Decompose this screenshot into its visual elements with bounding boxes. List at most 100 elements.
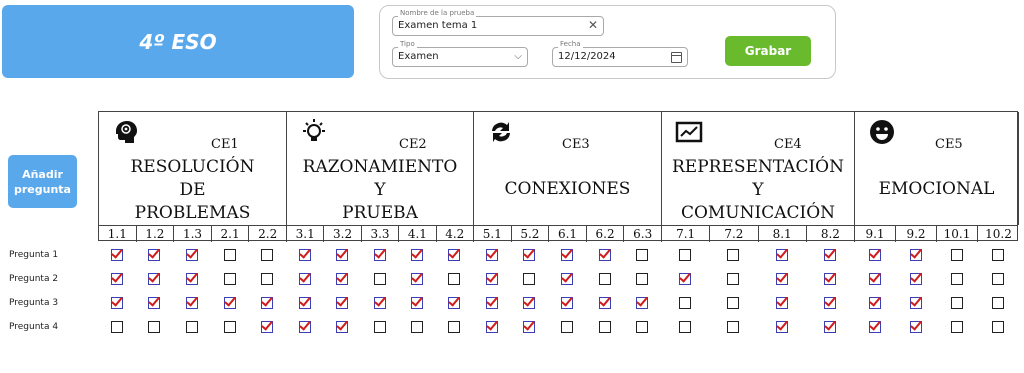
checkbox-unchecked[interactable] — [727, 297, 740, 309]
add-question-button[interactable]: Añadir pregunta — [8, 155, 77, 208]
checkbox-checked[interactable] — [823, 249, 836, 261]
checkbox-checked[interactable] — [223, 297, 236, 309]
checkbox-checked[interactable] — [336, 297, 349, 309]
checkbox-unchecked[interactable] — [598, 273, 611, 285]
checkbox-checked[interactable] — [679, 273, 692, 285]
checkbox-checked[interactable] — [148, 249, 161, 261]
checkbox-unchecked[interactable] — [950, 321, 963, 333]
checkbox-unchecked[interactable] — [679, 297, 692, 309]
checkbox-checked[interactable] — [561, 249, 573, 261]
checkbox-checked[interactable] — [410, 249, 423, 261]
checkbox-checked[interactable] — [186, 249, 198, 261]
save-button[interactable]: Grabar — [725, 36, 811, 66]
chevron-down-icon[interactable]: ⌵ — [514, 51, 522, 62]
checkbox-checked[interactable] — [110, 273, 123, 285]
test-type-value[interactable]: Examen — [398, 51, 439, 62]
checkbox-unchecked[interactable] — [373, 273, 386, 285]
checkbox-unchecked[interactable] — [991, 297, 1004, 309]
checkbox-checked[interactable] — [868, 297, 881, 309]
checkbox-unchecked[interactable] — [261, 249, 274, 261]
checkbox-checked[interactable] — [868, 273, 881, 285]
checkbox-unchecked[interactable] — [223, 249, 236, 261]
checkbox-checked[interactable] — [868, 249, 881, 261]
checkbox-checked[interactable] — [448, 249, 461, 261]
checkbox-unchecked[interactable] — [991, 321, 1004, 333]
checkbox-unchecked[interactable] — [727, 321, 740, 333]
checkbox-checked[interactable] — [523, 249, 536, 261]
calendar-icon[interactable] — [671, 52, 682, 63]
checkbox-checked[interactable] — [110, 297, 123, 309]
test-name-value[interactable]: Examen tema 1 — [398, 20, 477, 31]
checkbox-unchecked[interactable] — [727, 273, 740, 285]
checkbox-unchecked[interactable] — [636, 321, 649, 333]
checkbox-checked[interactable] — [523, 297, 536, 309]
checkbox-unchecked[interactable] — [950, 249, 963, 261]
checkbox-checked[interactable] — [561, 297, 573, 309]
checkbox-unchecked[interactable] — [561, 321, 573, 333]
checkbox-checked[interactable] — [410, 273, 423, 285]
checkbox-checked[interactable] — [823, 273, 836, 285]
checkbox-unchecked[interactable] — [950, 297, 963, 309]
close-icon[interactable]: ✕ — [588, 18, 598, 32]
checkbox-checked[interactable] — [373, 297, 386, 309]
checkbox-unchecked[interactable] — [636, 249, 649, 261]
test-name-field[interactable]: Nombre de la prueba Examen tema 1 ✕ — [392, 9, 604, 36]
checkbox-checked[interactable] — [336, 273, 349, 285]
checkbox-checked[interactable] — [561, 273, 573, 285]
checkbox-checked[interactable] — [148, 297, 161, 309]
checkbox-checked[interactable] — [868, 321, 881, 333]
checkbox-checked[interactable] — [261, 321, 274, 333]
checkbox-checked[interactable] — [298, 321, 311, 333]
checkbox-checked[interactable] — [775, 321, 788, 333]
checkbox-unchecked[interactable] — [148, 321, 161, 333]
checkbox-unchecked[interactable] — [991, 273, 1004, 285]
checkbox-checked[interactable] — [598, 297, 611, 309]
checkbox-checked[interactable] — [523, 321, 536, 333]
test-date-value[interactable]: 12/12/2024 — [558, 51, 616, 62]
checkbox-checked[interactable] — [485, 297, 498, 309]
checkbox-unchecked[interactable] — [448, 321, 461, 333]
checkbox-unchecked[interactable] — [727, 249, 740, 261]
checkbox-unchecked[interactable] — [448, 273, 461, 285]
checkbox-checked[interactable] — [775, 273, 788, 285]
checkbox-checked[interactable] — [410, 297, 423, 309]
checkbox-checked[interactable] — [186, 297, 198, 309]
checkbox-unchecked[interactable] — [679, 249, 692, 261]
checkbox-checked[interactable] — [336, 249, 349, 261]
checkbox-unchecked[interactable] — [598, 321, 611, 333]
checkbox-checked[interactable] — [909, 273, 922, 285]
checkbox-checked[interactable] — [298, 297, 311, 309]
checkbox-unchecked[interactable] — [223, 273, 236, 285]
checkbox-unchecked[interactable] — [636, 273, 649, 285]
checkbox-unchecked[interactable] — [261, 273, 274, 285]
test-date-field[interactable]: Fecha 12/12/2024 — [552, 40, 688, 67]
checkbox-checked[interactable] — [373, 249, 386, 261]
checkbox-checked[interactable] — [448, 297, 461, 309]
checkbox-checked[interactable] — [485, 321, 498, 333]
checkbox-checked[interactable] — [775, 249, 788, 261]
checkbox-checked[interactable] — [298, 273, 311, 285]
checkbox-checked[interactable] — [909, 249, 922, 261]
checkbox-unchecked[interactable] — [373, 321, 386, 333]
checkbox-unchecked[interactable] — [679, 321, 692, 333]
checkbox-checked[interactable] — [148, 273, 161, 285]
checkbox-unchecked[interactable] — [410, 321, 423, 333]
checkbox-unchecked[interactable] — [950, 273, 963, 285]
checkbox-checked[interactable] — [336, 321, 349, 333]
checkbox-unchecked[interactable] — [186, 321, 198, 333]
checkbox-checked[interactable] — [823, 321, 836, 333]
checkbox-unchecked[interactable] — [991, 249, 1004, 261]
checkbox-checked[interactable] — [485, 273, 498, 285]
checkbox-checked[interactable] — [485, 249, 498, 261]
checkbox-checked[interactable] — [636, 297, 649, 309]
checkbox-checked[interactable] — [775, 297, 788, 309]
checkbox-unchecked[interactable] — [523, 273, 536, 285]
checkbox-checked[interactable] — [823, 297, 836, 309]
checkbox-checked[interactable] — [298, 249, 311, 261]
checkbox-unchecked[interactable] — [110, 321, 123, 333]
checkbox-checked[interactable] — [110, 249, 123, 261]
checkbox-checked[interactable] — [909, 297, 922, 309]
checkbox-checked[interactable] — [186, 273, 198, 285]
checkbox-checked[interactable] — [261, 297, 274, 309]
checkbox-unchecked[interactable] — [223, 321, 236, 333]
